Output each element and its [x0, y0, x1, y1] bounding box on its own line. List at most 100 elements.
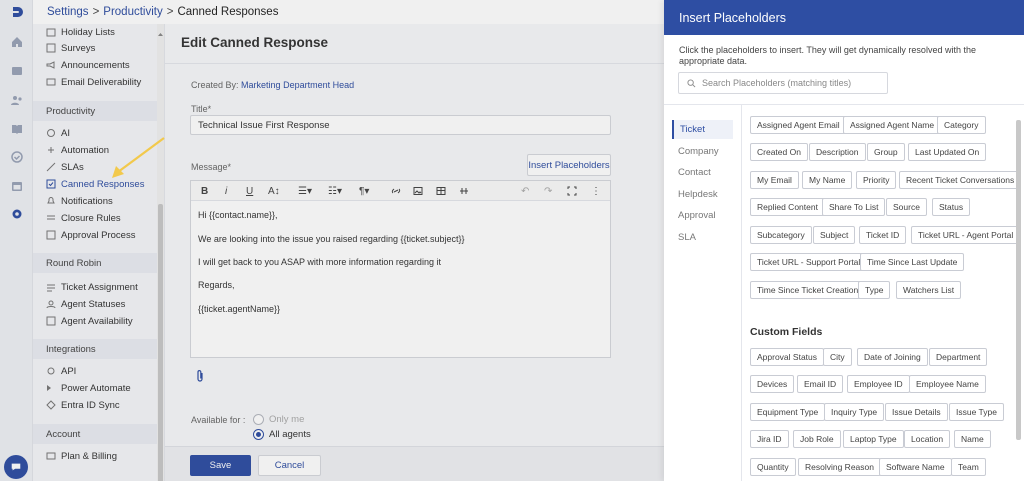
users-icon[interactable] — [9, 92, 24, 107]
sidebar-item-surveys[interactable]: Surveys — [46, 41, 95, 55]
sidebar-item-plan-billing[interactable]: Plan & Billing — [46, 449, 117, 463]
radio-all-agents[interactable]: All agents — [253, 429, 311, 440]
placeholder-chip[interactable]: Quantity — [750, 458, 796, 476]
italic-icon[interactable]: i — [225, 184, 227, 198]
horizontal-rule-icon[interactable] — [459, 184, 469, 198]
placeholder-chip[interactable]: Time Since Last Update — [860, 253, 965, 271]
sidebar-item-notifications[interactable]: Notifications — [46, 194, 113, 208]
placeholder-chip[interactable]: Assigned Agent Name — [843, 116, 942, 134]
placeholder-chip[interactable]: Replied Content — [750, 198, 825, 216]
more-options-icon[interactable]: ⋮ — [591, 184, 601, 198]
placeholder-chip[interactable]: Created On — [750, 143, 808, 161]
book-icon[interactable] — [9, 121, 24, 136]
calendar-icon[interactable] — [9, 178, 24, 193]
category-company[interactable]: Company — [672, 142, 733, 161]
home-icon[interactable] — [9, 34, 24, 49]
created-by-value[interactable]: Marketing Department Head — [241, 80, 354, 90]
message-editor[interactable]: B i U A↕ ☰▾ ☷▾ ¶▾ ↶ ↷ ⋮ Hi {{contact.nam… — [190, 180, 611, 358]
sidebar-item-agent-statuses[interactable]: Agent Statuses — [46, 297, 125, 311]
logo-icon[interactable] — [9, 4, 24, 19]
breadcrumb-productivity[interactable]: Productivity — [103, 6, 162, 18]
redo-icon[interactable]: ↷ — [544, 184, 552, 198]
table-icon[interactable] — [436, 184, 446, 198]
category-sla[interactable]: SLA — [672, 228, 733, 247]
placeholder-chip[interactable]: Ticket URL - Agent Portal — [911, 226, 1021, 244]
placeholder-chip[interactable]: Employee Name — [909, 375, 986, 393]
scroll-up-arrow[interactable] — [158, 28, 163, 46]
placeholder-chip[interactable]: Issue Type — [949, 403, 1004, 421]
placeholder-chip[interactable]: Approval Status — [750, 348, 825, 366]
category-ticket[interactable]: Ticket — [672, 120, 733, 139]
placeholder-chip[interactable]: Subcategory — [750, 226, 812, 244]
sidebar-item-email-deliverability[interactable]: Email Deliverability — [46, 75, 141, 89]
placeholder-chip[interactable]: Share To List — [822, 198, 886, 216]
placeholder-search-input[interactable]: Search Placeholders (matching titles) — [678, 72, 888, 94]
sidebar-scroll-thumb[interactable] — [158, 204, 163, 481]
fullscreen-icon[interactable] — [567, 184, 577, 198]
radio-button[interactable] — [253, 429, 264, 440]
placeholder-chip[interactable]: Team — [951, 458, 986, 476]
placeholder-chip[interactable]: Name — [954, 430, 991, 448]
sidebar-item-entra-id-sync[interactable]: Entra ID Sync — [46, 398, 120, 412]
title-field[interactable]: Technical Issue First Response — [190, 115, 611, 135]
placeholder-chip[interactable]: Resolving Reason — [798, 458, 881, 476]
placeholder-chip[interactable]: Software Name — [879, 458, 952, 476]
placeholder-chip[interactable]: Inquiry Type — [824, 403, 885, 421]
placeholder-chip[interactable]: Source — [886, 198, 927, 216]
sidebar-item-holiday-lists[interactable]: Holiday Lists — [46, 25, 115, 39]
placeholder-chip[interactable]: Type — [858, 281, 891, 299]
placeholder-chip[interactable]: Status — [932, 198, 971, 216]
placeholder-chip[interactable]: Category — [937, 116, 986, 134]
placeholder-chip[interactable]: Location — [904, 430, 951, 448]
underline-icon[interactable]: U — [246, 184, 253, 198]
placeholder-chip[interactable]: My Email — [750, 171, 799, 189]
placeholder-chip[interactable]: Assigned Agent Email — [750, 116, 847, 134]
placeholder-chip[interactable]: Ticket ID — [859, 226, 907, 244]
sidebar-item-ticket-assignment[interactable]: Ticket Assignment — [46, 280, 138, 294]
inbox-icon[interactable] — [9, 63, 24, 78]
placeholder-chip[interactable]: Issue Details — [885, 403, 948, 421]
save-button[interactable]: Save — [190, 455, 251, 476]
placeholder-chip[interactable]: Jira ID — [750, 430, 789, 448]
sidebar-item-slas[interactable]: SLAs — [46, 160, 84, 174]
sidebar-item-closure-rules[interactable]: Closure Rules — [46, 211, 121, 225]
paragraph-icon[interactable]: ¶▾ — [359, 184, 369, 198]
insert-placeholders-button[interactable]: Insert Placeholders — [527, 154, 611, 176]
placeholder-chip[interactable]: Group — [867, 143, 905, 161]
radio-only-me[interactable]: Only me — [253, 414, 304, 425]
placeholder-chip[interactable]: Description — [809, 143, 866, 161]
placeholder-chip[interactable]: Equipment Type — [750, 403, 826, 421]
placeholder-chip[interactable]: Last Updated On — [908, 143, 987, 161]
placeholder-chip[interactable]: Laptop Type — [843, 430, 904, 448]
check-icon[interactable] — [9, 149, 24, 164]
sidebar-item-ai[interactable]: AI — [46, 126, 70, 140]
placeholder-chip[interactable]: Time Since Ticket Creation — [750, 281, 866, 299]
sidebar-item-announcements[interactable]: Announcements — [46, 58, 130, 72]
chat-icon[interactable] — [4, 455, 28, 479]
category-approval[interactable]: Approval — [672, 206, 733, 225]
sidebar-item-automation[interactable]: Automation — [46, 143, 109, 157]
placeholder-chip[interactable]: Email ID — [797, 375, 844, 393]
attachment-icon[interactable] — [194, 369, 206, 383]
placeholder-chip[interactable]: Job Role — [793, 430, 841, 448]
placeholder-chip[interactable]: City — [823, 348, 852, 366]
placeholder-chip[interactable]: Priority — [856, 171, 897, 189]
ordered-list-icon[interactable]: ☰▾ — [298, 184, 312, 198]
bullet-list-icon[interactable]: ☷▾ — [328, 184, 342, 198]
bold-icon[interactable]: B — [201, 184, 208, 198]
placeholder-chip[interactable]: Subject — [813, 226, 856, 244]
cancel-button[interactable]: Cancel — [258, 455, 321, 476]
placeholder-chip[interactable]: Date of Joining — [857, 348, 928, 366]
link-icon[interactable] — [391, 184, 401, 198]
panel-scroll-thumb[interactable] — [1016, 120, 1021, 440]
placeholder-chip[interactable]: Watchers List — [896, 281, 962, 299]
placeholder-chip[interactable]: Employee ID — [847, 375, 910, 393]
sidebar-item-power-automate[interactable]: Power Automate — [46, 381, 131, 395]
category-contact[interactable]: Contact — [672, 163, 733, 182]
breadcrumb-settings[interactable]: Settings — [47, 6, 89, 18]
radio-button[interactable] — [253, 414, 264, 425]
placeholder-chip[interactable]: Recent Ticket Conversations — [899, 171, 1022, 189]
placeholder-chip[interactable]: My Name — [802, 171, 853, 189]
undo-icon[interactable]: ↶ — [521, 184, 529, 198]
placeholder-chip[interactable]: Devices — [750, 375, 795, 393]
